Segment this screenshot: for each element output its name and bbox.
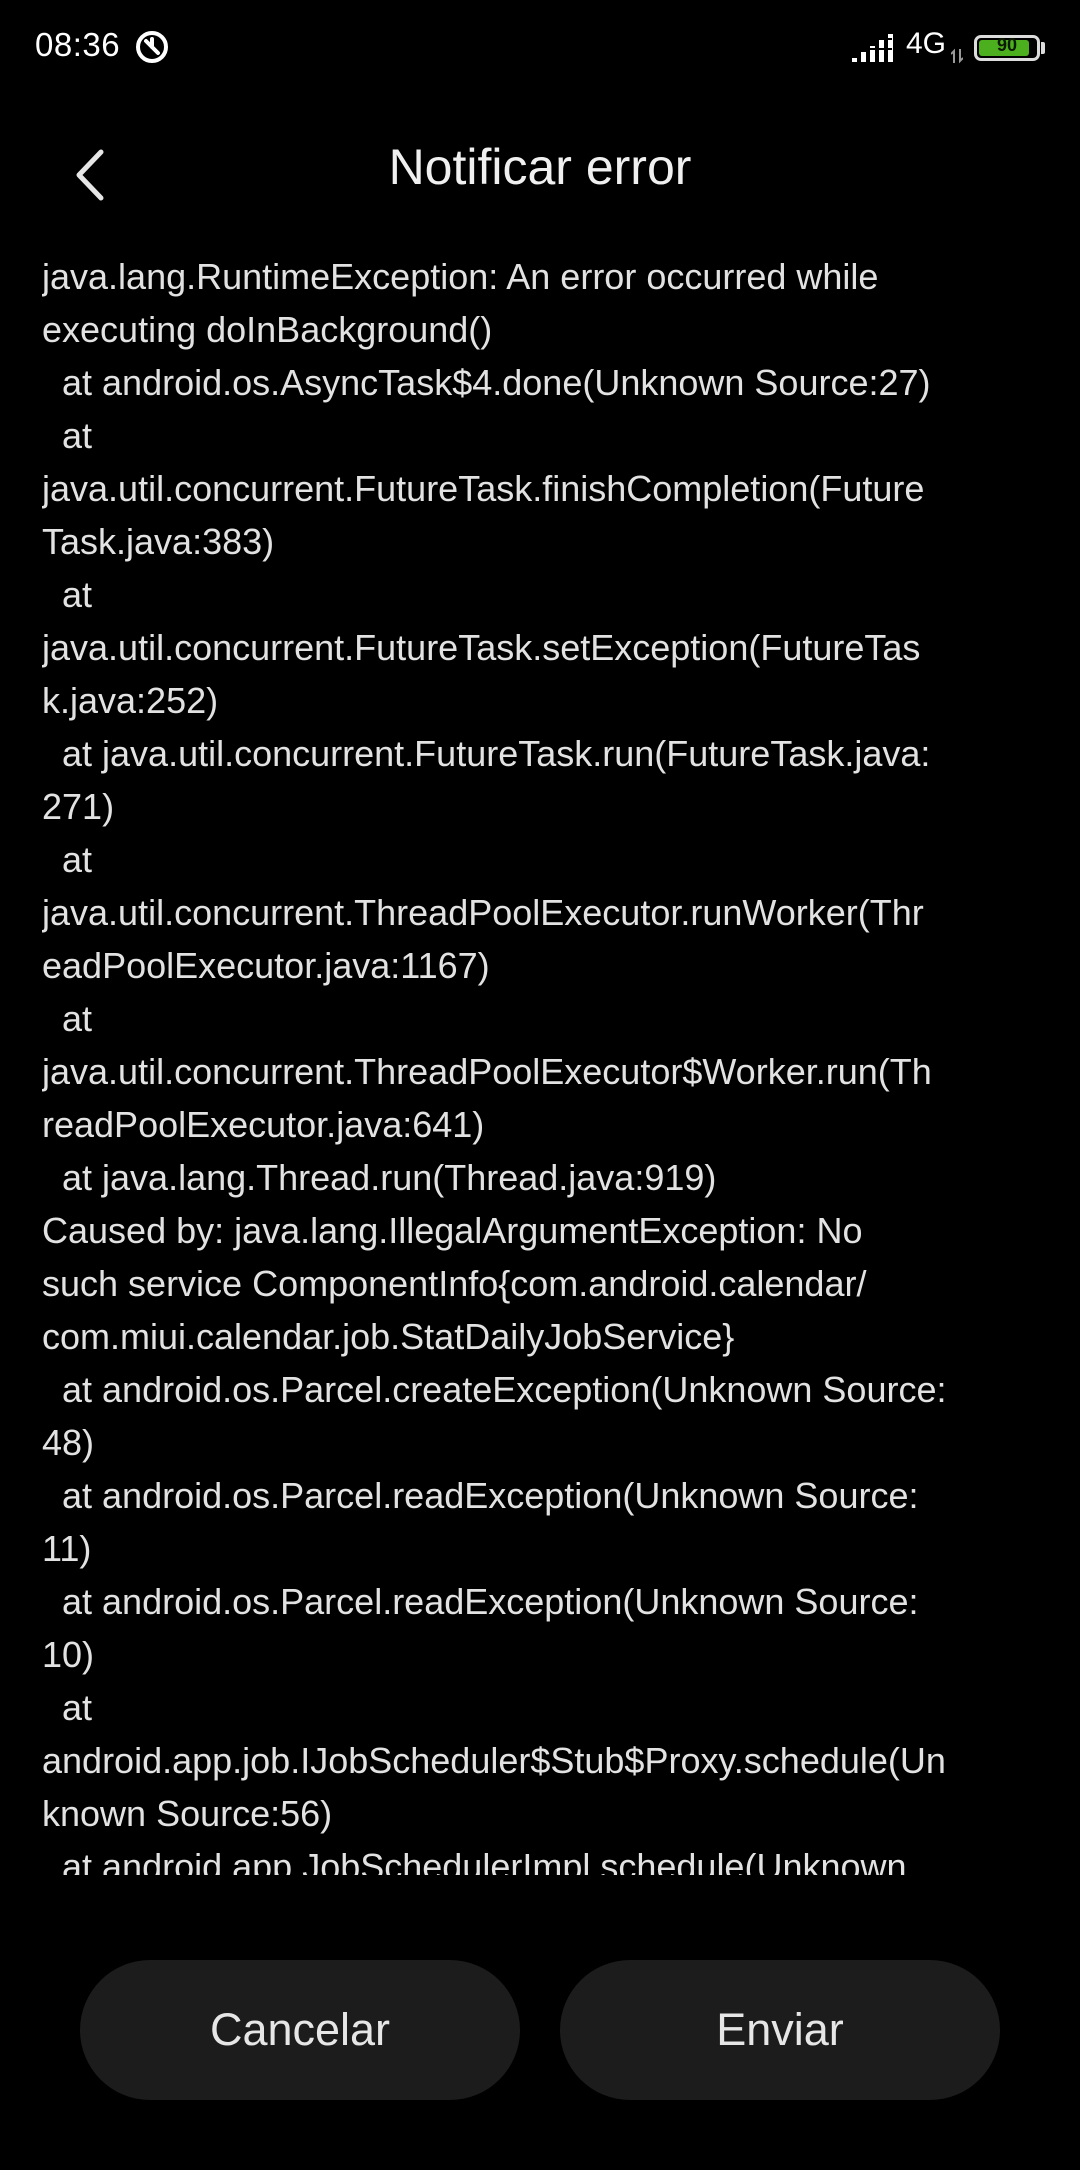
signal-icon: [852, 34, 893, 62]
log-line: at android.os.Parcel.readException(Unkno…: [42, 1581, 919, 1622]
log-line: at android.os.AsyncTask$4.done(Unknown S…: [42, 362, 931, 403]
log-line: 48): [42, 1422, 95, 1463]
battery-tip: [1041, 42, 1045, 54]
log-line: java.util.concurrent.ThreadPoolExecutor$…: [42, 1051, 932, 1092]
log-line: such service ComponentInfo{com.android.c…: [42, 1263, 867, 1304]
send-button[interactable]: Enviar: [560, 1960, 1000, 2100]
battery-level: 90: [996, 35, 1018, 55]
error-log[interactable]: java.lang.RuntimeException: An error occ…: [42, 250, 1052, 1875]
log-line: Caused by: java.lang.IllegalArgumentExce…: [42, 1210, 863, 1251]
log-line: 10): [42, 1634, 95, 1675]
log-line: eadPoolExecutor.java:1167): [42, 945, 490, 986]
status-time: 08:36: [35, 26, 121, 63]
header: Notificar error: [0, 120, 1080, 220]
log-line: android.app.job.IJobScheduler$Stub$Proxy…: [42, 1740, 946, 1781]
log-line: java.lang.RuntimeException: An error occ…: [42, 256, 879, 297]
log-line: at: [42, 839, 93, 880]
log-line: Task.java:383): [42, 521, 275, 562]
log-line: k.java:252): [42, 680, 219, 721]
log-line: known Source:56): [42, 1793, 333, 1834]
data-activity-icon: [951, 48, 963, 64]
log-line: java.util.concurrent.ThreadPoolExecutor.…: [42, 892, 924, 933]
page-title: Notificar error: [388, 139, 692, 195]
log-line: at: [42, 998, 93, 1039]
log-line: at: [42, 415, 93, 456]
error-report-screen: 08:36 4G 90 Notificar error java.lang.Ru…: [0, 0, 1080, 2170]
log-line: executing doInBackground(): [42, 309, 493, 350]
log-line: 271): [42, 786, 115, 827]
log-line: java.util.concurrent.FutureTask.setExcep…: [42, 627, 921, 668]
log-line: at android.app.JobSchedulerImpl.schedule…: [42, 1846, 907, 1875]
app-notification-icon: [136, 31, 168, 63]
log-line: java.util.concurrent.FutureTask.finishCo…: [42, 468, 925, 509]
log-line: readPoolExecutor.java:641): [42, 1104, 485, 1145]
log-line: com.miui.calendar.job.StatDailyJobServic…: [42, 1316, 735, 1357]
log-line: at android.os.Parcel.readException(Unkno…: [42, 1475, 919, 1516]
log-line: at java.lang.Thread.run(Thread.java:919): [42, 1157, 717, 1198]
log-line: at android.os.Parcel.createException(Unk…: [42, 1369, 947, 1410]
log-line: at: [42, 574, 93, 615]
log-line: at: [42, 1687, 93, 1728]
log-line: at java.util.concurrent.FutureTask.run(F…: [42, 733, 931, 774]
battery-icon: 90: [974, 35, 1040, 61]
network-type: 4G: [906, 27, 947, 60]
status-bar: 08:36 4G 90: [0, 0, 1080, 96]
log-line: 11): [42, 1528, 92, 1569]
cancel-button[interactable]: Cancelar: [80, 1960, 520, 2100]
